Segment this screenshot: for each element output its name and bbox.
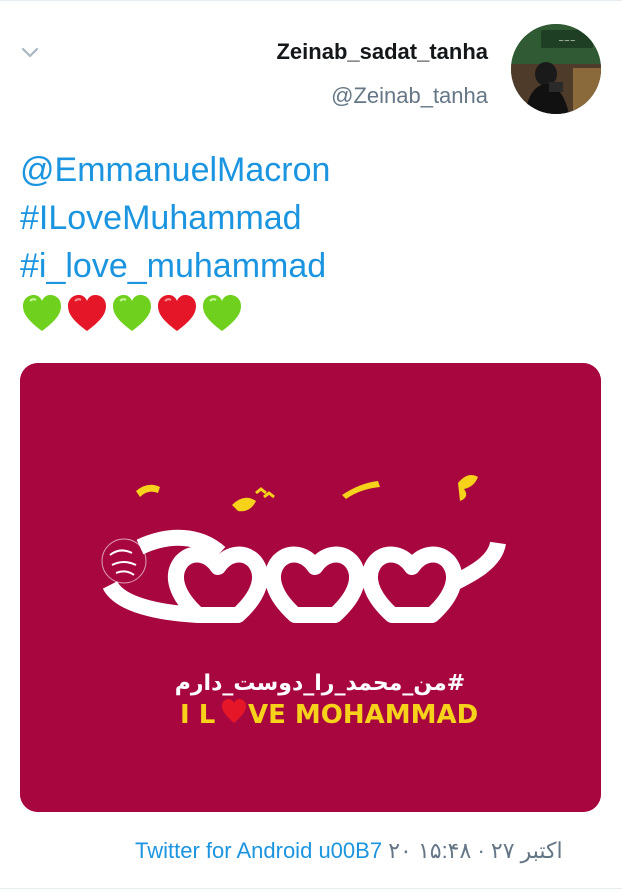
timestamp[interactable]: ۲۰ اکتبر ۲۷ · ۱۵:۴۸ [388, 838, 562, 863]
persian-hashtag: #من_محمد_را_دوست_دارم [175, 671, 466, 696]
hashtag-link[interactable]: #ILoveMuhammad [20, 194, 330, 242]
tweet-author[interactable]: Zeinab_sadat_tanha @Zeinab_tanha [276, 38, 488, 110]
red-heart-icon [158, 295, 196, 331]
english-prefix: I L [180, 700, 215, 730]
tweet-meta: Twitter for Android u00B7 ۲۰ اکتبر ۲۷ · … [135, 836, 563, 866]
bottom-divider [0, 888, 622, 889]
author-handle[interactable]: @Zeinab_tanha [276, 82, 488, 110]
hashtag-link[interactable]: #i_love_muhammad [20, 242, 330, 290]
green-heart-icon [203, 295, 241, 331]
tweet-media-image[interactable]: #من_محمد_را_دوست_دارم I L VE MOHAMMAD [20, 363, 601, 812]
source-link[interactable]: Twitter for Android [135, 838, 312, 863]
svg-text:~~~: ~~~ [558, 37, 576, 45]
mention-link[interactable]: @EmmanuelMacron [20, 146, 330, 194]
top-divider [0, 0, 622, 1]
chevron-down-icon[interactable] [20, 42, 40, 62]
red-heart-icon [68, 295, 106, 331]
author-display-name[interactable]: Zeinab_sadat_tanha [276, 38, 488, 66]
meta-separator: u00B7 [318, 838, 383, 863]
avatar[interactable]: ~~~ [511, 24, 601, 114]
english-suffix: VE MOHAMMAD [248, 700, 478, 730]
tweet-text: @EmmanuelMacron #ILoveMuhammad #i_love_m… [20, 146, 330, 290]
green-heart-icon [113, 295, 151, 331]
emoji-row [23, 295, 241, 331]
green-heart-icon [23, 295, 61, 331]
